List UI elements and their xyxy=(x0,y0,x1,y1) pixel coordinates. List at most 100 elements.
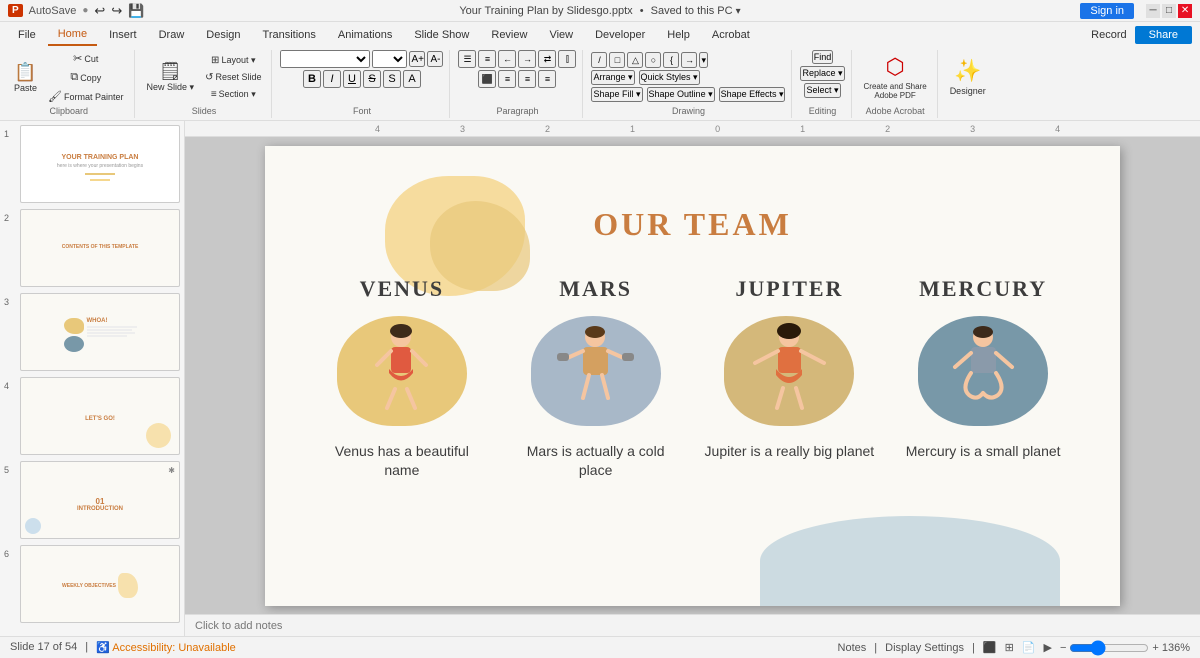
redo-icon[interactable]: ↪ xyxy=(111,3,122,19)
tab-home[interactable]: Home xyxy=(48,24,97,46)
close-button[interactable]: ✕ xyxy=(1178,4,1192,18)
section-button[interactable]: ≡ Section ▾ xyxy=(201,87,265,102)
zoom-out-button[interactable]: − xyxy=(1060,642,1066,654)
align-center-button[interactable]: ≡ xyxy=(498,70,516,88)
select-button[interactable]: Select ▾ xyxy=(804,83,840,98)
italic-button[interactable]: I xyxy=(323,70,341,88)
slide-thumbnail-6[interactable]: 6 WEEKLY OBJECTIVES xyxy=(4,545,180,623)
paste-button[interactable]: 📋 Paste xyxy=(10,61,41,95)
drawing-group: / □ △ ○ { → ▾ Arrange ▾ Quick Styles ▾ S… xyxy=(585,50,792,118)
tab-transitions[interactable]: Transitions xyxy=(253,25,326,45)
shadow-button[interactable]: S xyxy=(383,70,401,88)
zoom-slider[interactable] xyxy=(1069,640,1149,656)
zoom-level[interactable]: 136% xyxy=(1162,642,1190,654)
shape-fill-button[interactable]: Shape Fill ▾ xyxy=(591,87,642,102)
shape-outline-button[interactable]: Shape Outline ▾ xyxy=(647,87,715,102)
display-settings-button[interactable]: Display Settings xyxy=(885,642,964,654)
view-normal-icon[interactable]: ⬛ xyxy=(983,641,997,654)
slide-thumb-img-3: WHOA! xyxy=(20,293,180,371)
strikethrough-button[interactable]: S xyxy=(363,70,381,88)
format-painter-button[interactable]: 🖌 Format Painter xyxy=(44,88,128,105)
saved-dropdown-icon[interactable]: ▾ xyxy=(736,6,741,17)
undo-icon[interactable]: ↩ xyxy=(94,3,105,19)
slide-panel: 1 YOUR TRAINING PLAN here is where your … xyxy=(0,121,185,636)
layout-button[interactable]: ⊞ Layout ▾ xyxy=(201,53,265,68)
new-slide-button[interactable]: 🗒 New Slide ▾ xyxy=(143,60,199,95)
shapes-more-button[interactable]: ▾ xyxy=(699,52,708,68)
tab-animations[interactable]: Animations xyxy=(328,25,402,45)
view-slide-sorter-icon[interactable]: ⊞ xyxy=(1005,641,1014,654)
shape1-button[interactable]: / xyxy=(591,52,607,68)
save-icon[interactable]: 💾 xyxy=(128,3,144,19)
tab-draw[interactable]: Draw xyxy=(149,25,195,45)
indent-decrease-button[interactable]: ← xyxy=(498,50,516,68)
font-group: A+ A- B I U S S A Font xyxy=(274,50,450,118)
decrease-font-button[interactable]: A- xyxy=(427,51,443,67)
tab-developer[interactable]: Developer xyxy=(585,25,655,45)
tab-view[interactable]: View xyxy=(539,25,583,45)
ribbon: File Home Insert Draw Design Transitions… xyxy=(0,22,1200,121)
cut-button[interactable]: ✂ Cut xyxy=(44,50,128,67)
tab-file[interactable]: File xyxy=(8,25,46,45)
view-slideshow-icon[interactable]: ▶ xyxy=(1044,641,1052,654)
columns-button[interactable]: ⫿ xyxy=(558,50,576,68)
slide-thumb-img-5: ✱ 01 INTRODUCTION xyxy=(20,461,180,539)
align-right-button[interactable]: ≡ xyxy=(518,70,536,88)
autosave-toggle[interactable]: ● xyxy=(82,5,88,16)
sign-in-button[interactable]: Sign in xyxy=(1080,3,1134,19)
shape4-button[interactable]: ○ xyxy=(645,52,661,68)
cut-label: Cut xyxy=(84,54,98,64)
align-left-button[interactable]: ⬛ xyxy=(478,70,496,88)
accessibility-status[interactable]: ♿ Accessibility: Unavailable xyxy=(96,641,236,654)
find-button[interactable]: Find xyxy=(812,50,834,64)
slide-thumb-img-6: WEEKLY OBJECTIVES xyxy=(20,545,180,623)
bold-button[interactable]: B xyxy=(303,70,321,88)
restore-button[interactable]: □ xyxy=(1162,4,1176,18)
tab-acrobat[interactable]: Acrobat xyxy=(702,25,760,45)
mars-avatar xyxy=(531,316,661,426)
slide-thumbnail-1[interactable]: 1 YOUR TRAINING PLAN here is where your … xyxy=(4,125,180,203)
notes-button[interactable]: Notes xyxy=(838,642,867,654)
tab-design[interactable]: Design xyxy=(196,25,250,45)
bullets-button[interactable]: ☰ xyxy=(458,50,476,68)
share-button[interactable]: Share xyxy=(1135,26,1192,44)
arrange-button[interactable]: Arrange ▾ xyxy=(591,70,634,85)
font-family-select[interactable] xyxy=(280,50,370,68)
justify-button[interactable]: ≡ xyxy=(538,70,556,88)
numbered-list-button[interactable]: ≡ xyxy=(478,50,496,68)
notes-placeholder[interactable]: Click to add notes xyxy=(195,620,1190,632)
shape3-button[interactable]: △ xyxy=(627,52,643,68)
slide-thumbnail-5[interactable]: 5 ✱ 01 INTRODUCTION xyxy=(4,461,180,539)
editing-group-label: Editing xyxy=(809,106,837,116)
shape6-button[interactable]: → xyxy=(681,52,697,68)
minimize-button[interactable]: ─ xyxy=(1146,4,1160,18)
tab-help[interactable]: Help xyxy=(657,25,700,45)
tab-slide-show[interactable]: Slide Show xyxy=(404,25,479,45)
mars-name: MARS xyxy=(559,276,632,302)
slide-thumbnail-4[interactable]: 4 LET'S GO! xyxy=(4,377,180,455)
filename: Your Training Plan by Slidesgo.pptx xyxy=(459,5,632,17)
designer-button[interactable]: ✨ Designer xyxy=(946,56,990,98)
slide-thumb-img-4: LET'S GO! xyxy=(20,377,180,455)
increase-font-button[interactable]: A+ xyxy=(409,51,425,67)
reset-slide-button[interactable]: ↺ Reset Slide xyxy=(201,70,265,85)
shape-effects-button[interactable]: Shape Effects ▾ xyxy=(719,87,786,102)
zoom-in-button[interactable]: + xyxy=(1152,642,1158,654)
font-color-button[interactable]: A xyxy=(403,70,421,88)
shape5-button[interactable]: { xyxy=(663,52,679,68)
quick-styles-button[interactable]: Quick Styles ▾ xyxy=(639,70,700,85)
slide-thumbnail-2[interactable]: 2 CONTENTS OF THIS TEMPLATE xyxy=(4,209,180,287)
view-reading-icon[interactable]: 📄 xyxy=(1022,641,1036,654)
underline-button[interactable]: U xyxy=(343,70,361,88)
tab-insert[interactable]: Insert xyxy=(99,25,147,45)
font-size-select[interactable] xyxy=(372,50,407,68)
create-and-share-pdf-button[interactable]: ⬡ Create and ShareAdobe PDF xyxy=(860,52,931,102)
record-link[interactable]: Record xyxy=(1091,29,1126,41)
copy-button[interactable]: ⧉ Copy xyxy=(44,69,128,86)
indent-increase-button[interactable]: → xyxy=(518,50,536,68)
slide-thumbnail-3[interactable]: 3 WHOA! xyxy=(4,293,180,371)
replace-button[interactable]: Replace ▾ xyxy=(800,66,844,81)
tab-review[interactable]: Review xyxy=(481,25,537,45)
shape2-button[interactable]: □ xyxy=(609,52,625,68)
rtl-button[interactable]: ⇄ xyxy=(538,50,556,68)
